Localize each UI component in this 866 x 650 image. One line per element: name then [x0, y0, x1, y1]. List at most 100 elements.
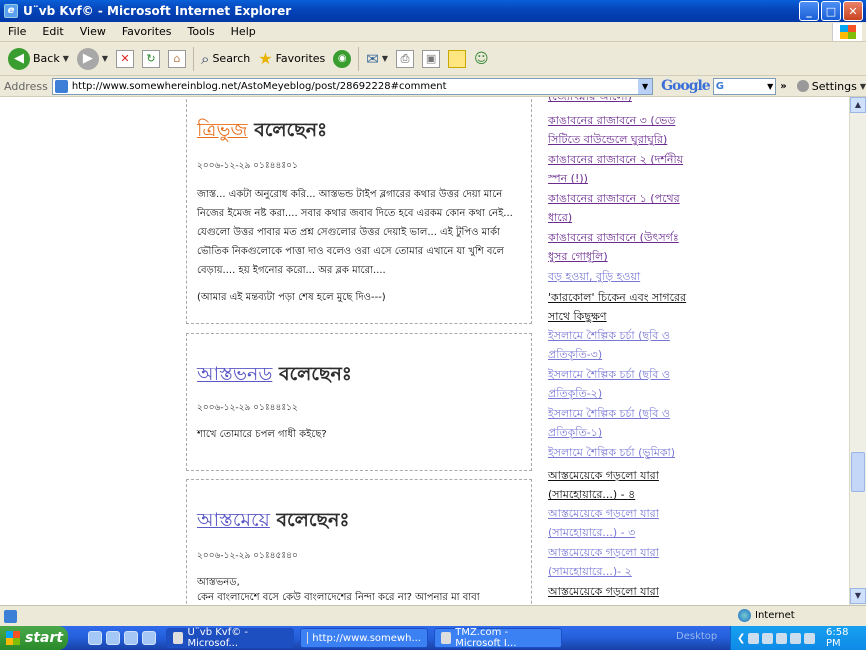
sidebar-post-link[interactable]: আস্তমেয়েকে গড়লো যারা (সামহোয়ারে...) -… [548, 466, 698, 504]
minimize-button[interactable]: _ [799, 1, 819, 21]
sidebar-post-link[interactable]: আস্তমেয়েকে গড়লো যারা (সামহোয়ারে...)- … [548, 543, 698, 581]
ie-quicklaunch-icon[interactable] [88, 631, 102, 645]
sidebar-post-link[interactable]: ইসলামে শৈল্পিক চর্চা (ছবি ও প্রতিকৃতি-৩) [548, 326, 698, 364]
search-button[interactable]: ⌕ Search [197, 44, 254, 74]
forward-dropdown-icon[interactable]: ▼ [102, 54, 108, 63]
google-search-field[interactable]: G ▼ [712, 77, 777, 95]
search-label: Search [212, 52, 251, 65]
media-button[interactable]: ◉ [329, 44, 355, 74]
start-label: start [25, 630, 64, 646]
address-url[interactable]: http://www.somewhereinblog.net/AstoMeyeb… [72, 81, 638, 92]
stop-button[interactable]: ✕ [112, 44, 138, 74]
discuss-button[interactable] [444, 44, 470, 74]
favorites-button[interactable]: ★ Favorites [254, 44, 329, 74]
address-bar: Address http://www.somewhereinblog.net/A… [0, 76, 866, 97]
back-button[interactable]: ◀ Back ▼ [4, 44, 73, 74]
page-status-icon [4, 609, 17, 623]
toolbar: ◀ Back ▼ ▶ ▼ ✕ ↻ ⌂ ⌕ Search ★ Favorites … [0, 42, 866, 76]
messenger-button[interactable]: ☺ [470, 44, 493, 74]
forward-arrow-icon: ▶ [76, 47, 99, 70]
maximize-button[interactable]: □ [821, 1, 841, 21]
comment-box: আস্তভনড বলেছেনঃ ২০০৬-১২-২৯ ০১ঃ৪৪ঃ১২ শাখে… [186, 333, 532, 471]
google-logo: Google [661, 78, 711, 94]
taskbar-item[interactable]: http://www.somewh... [300, 628, 428, 648]
sidebar-post-link[interactable]: কাঙাবনের রাজাবনে ১ (পথের ধারে) [548, 189, 698, 227]
sidebar-post-link[interactable]: কাঙাবনের রাজাবনে ২ (দর্শনীয় স্পন (!)) [548, 150, 698, 188]
task-label: U¨vb Kvf© - Microsof... [187, 627, 248, 649]
sidebar-post-link[interactable]: কাঙাবনের রাজাবনে ৩ (ভেড সিটিতে বাউন্ডেলে… [548, 111, 698, 149]
page-content: ত্রিভুজ বলেছেনঃ ২০০৬-১২-২৯ ০১ঃ৪৪ঃ০১ জাস্… [0, 97, 849, 605]
comment-body-note: (আমার এই মন্তব্যটা পড়া শেষ হলে মুছে দিও… [197, 292, 386, 303]
menu-view[interactable]: View [72, 25, 114, 38]
edit-button[interactable]: ▣ [418, 44, 444, 74]
sidebar-post-link[interactable]: ইসলামে শৈল্পিক চর্চা (ছবি ও প্রতিকৃতি-২) [548, 365, 698, 403]
comment-verb: বলেছেনঃ [254, 119, 328, 141]
comment-author-link[interactable]: আস্তমেয়ে [197, 509, 270, 531]
home-button[interactable]: ⌂ [164, 44, 190, 74]
sidebar-post-link[interactable]: ইসলামে শৈল্পিক চর্চা (ছবি ও প্রতিকৃতি-১) [548, 404, 698, 442]
sidebar-post-link[interactable]: ইসলামে শৈল্পিক চর্চা (ভূমিকা) [548, 443, 698, 462]
menu-bar: File Edit View Favorites Tools Help [0, 22, 866, 42]
chevron-right-icon[interactable]: » [780, 81, 786, 92]
system-tray: ❮ 6:58 PM [730, 626, 866, 650]
tray-icon[interactable] [748, 632, 760, 644]
back-dropdown-icon[interactable]: ▼ [63, 54, 69, 63]
start-button[interactable]: start [0, 626, 68, 650]
comment-body: শাখে তোমারে চপল গাধী কইছে? [197, 429, 327, 440]
sidebar-post-link[interactable]: কাঙাবনের রাজাবনে (উৎসর্গঃ ধুসর গোধূলি) [548, 228, 698, 266]
media-icon: ◉ [333, 49, 352, 68]
messenger-icon: ☺ [474, 50, 489, 67]
app-quicklaunch-icon[interactable] [124, 631, 138, 645]
google-field-icon: G [715, 80, 724, 92]
media-quicklaunch-icon[interactable] [106, 631, 120, 645]
sidebar-post-link[interactable]: 'কারকোল' চিকেন এবং সাগরের সাথে কিছুক্ষণ [548, 288, 698, 326]
google-settings-button[interactable]: Settings ▼ [796, 80, 866, 93]
scroll-down-icon[interactable]: ▼ [850, 588, 866, 604]
menu-edit[interactable]: Edit [34, 25, 71, 38]
close-button[interactable]: ✕ [843, 1, 863, 21]
toolbar-separator [358, 46, 360, 71]
comment-author-link[interactable]: আস্তভনড [197, 363, 272, 385]
sidebar-post-link[interactable]: আস্তমেয়েকে গড়লো যারা [548, 582, 698, 601]
taskbar-item[interactable]: U¨vb Kvf© - Microsof... [166, 627, 294, 649]
quick-launch [88, 631, 156, 645]
tray-icon[interactable] [804, 632, 815, 644]
google-dropdown-icon[interactable]: ▼ [767, 82, 775, 91]
comment-date: ২০০৬-১২-২৯ ০১ঃ৪৪ঃ০১ [197, 161, 298, 171]
menu-tools[interactable]: Tools [180, 25, 223, 38]
menu-favorites[interactable]: Favorites [114, 25, 180, 38]
taskbar-item[interactable]: TMZ.com - Microsoft I... [434, 627, 562, 649]
address-field[interactable]: http://www.somewhereinblog.net/AstoMeyeb… [51, 77, 654, 95]
window-title: U¨vb Kvf© - Microsoft Internet Explorer [23, 4, 292, 18]
tray-expand-icon[interactable]: ❮ [737, 633, 745, 644]
forward-button[interactable]: ▶ ▼ [73, 44, 112, 74]
menu-file[interactable]: File [0, 25, 34, 38]
tray-icon[interactable] [762, 632, 774, 644]
clock[interactable]: 6:58 PM [826, 627, 866, 649]
address-dropdown-icon[interactable]: ▼ [638, 78, 653, 94]
sidebar-post-link[interactable]: আস্তমেয়েকে গড়লো যারা (সামহোয়ারে...) -… [548, 504, 698, 542]
scroll-up-icon[interactable]: ▲ [850, 97, 866, 113]
comment-body: আস্তভনড, [197, 577, 240, 588]
status-bar: Internet [0, 605, 866, 626]
vertical-scrollbar[interactable]: ▲ ▼ [849, 97, 866, 605]
app2-quicklaunch-icon[interactable] [142, 631, 156, 645]
mail-dropdown-icon[interactable]: ▼ [382, 54, 388, 63]
tray-icon[interactable] [790, 632, 802, 644]
mail-button[interactable]: ✉ ▼ [362, 44, 392, 74]
page-icon [54, 79, 68, 93]
desktop-toolbar[interactable]: Desktop [676, 631, 717, 642]
comment-author-link[interactable]: ত্রিভুজ [197, 119, 248, 141]
comment-date: ২০০৬-১২-২৯ ০১ঃ৪৫ঃ৪০ [197, 551, 298, 561]
toolbar-separator [193, 46, 195, 71]
comment-verb: বলেছেনঃ [278, 363, 352, 385]
menu-help[interactable]: Help [223, 25, 264, 38]
sidebar-post-link[interactable]: (জ্যোৎস্নায় আলো) [548, 97, 698, 106]
refresh-icon: ↻ [142, 49, 161, 68]
tray-icon[interactable] [776, 632, 788, 644]
scroll-thumb[interactable] [851, 452, 865, 492]
print-button[interactable]: ⎙ [392, 44, 418, 74]
sidebar-post-link[interactable]: বড় হওয়া, বুড়ি হওয়া [548, 267, 698, 286]
refresh-button[interactable]: ↻ [138, 44, 164, 74]
mail-icon: ✉ [366, 49, 379, 68]
